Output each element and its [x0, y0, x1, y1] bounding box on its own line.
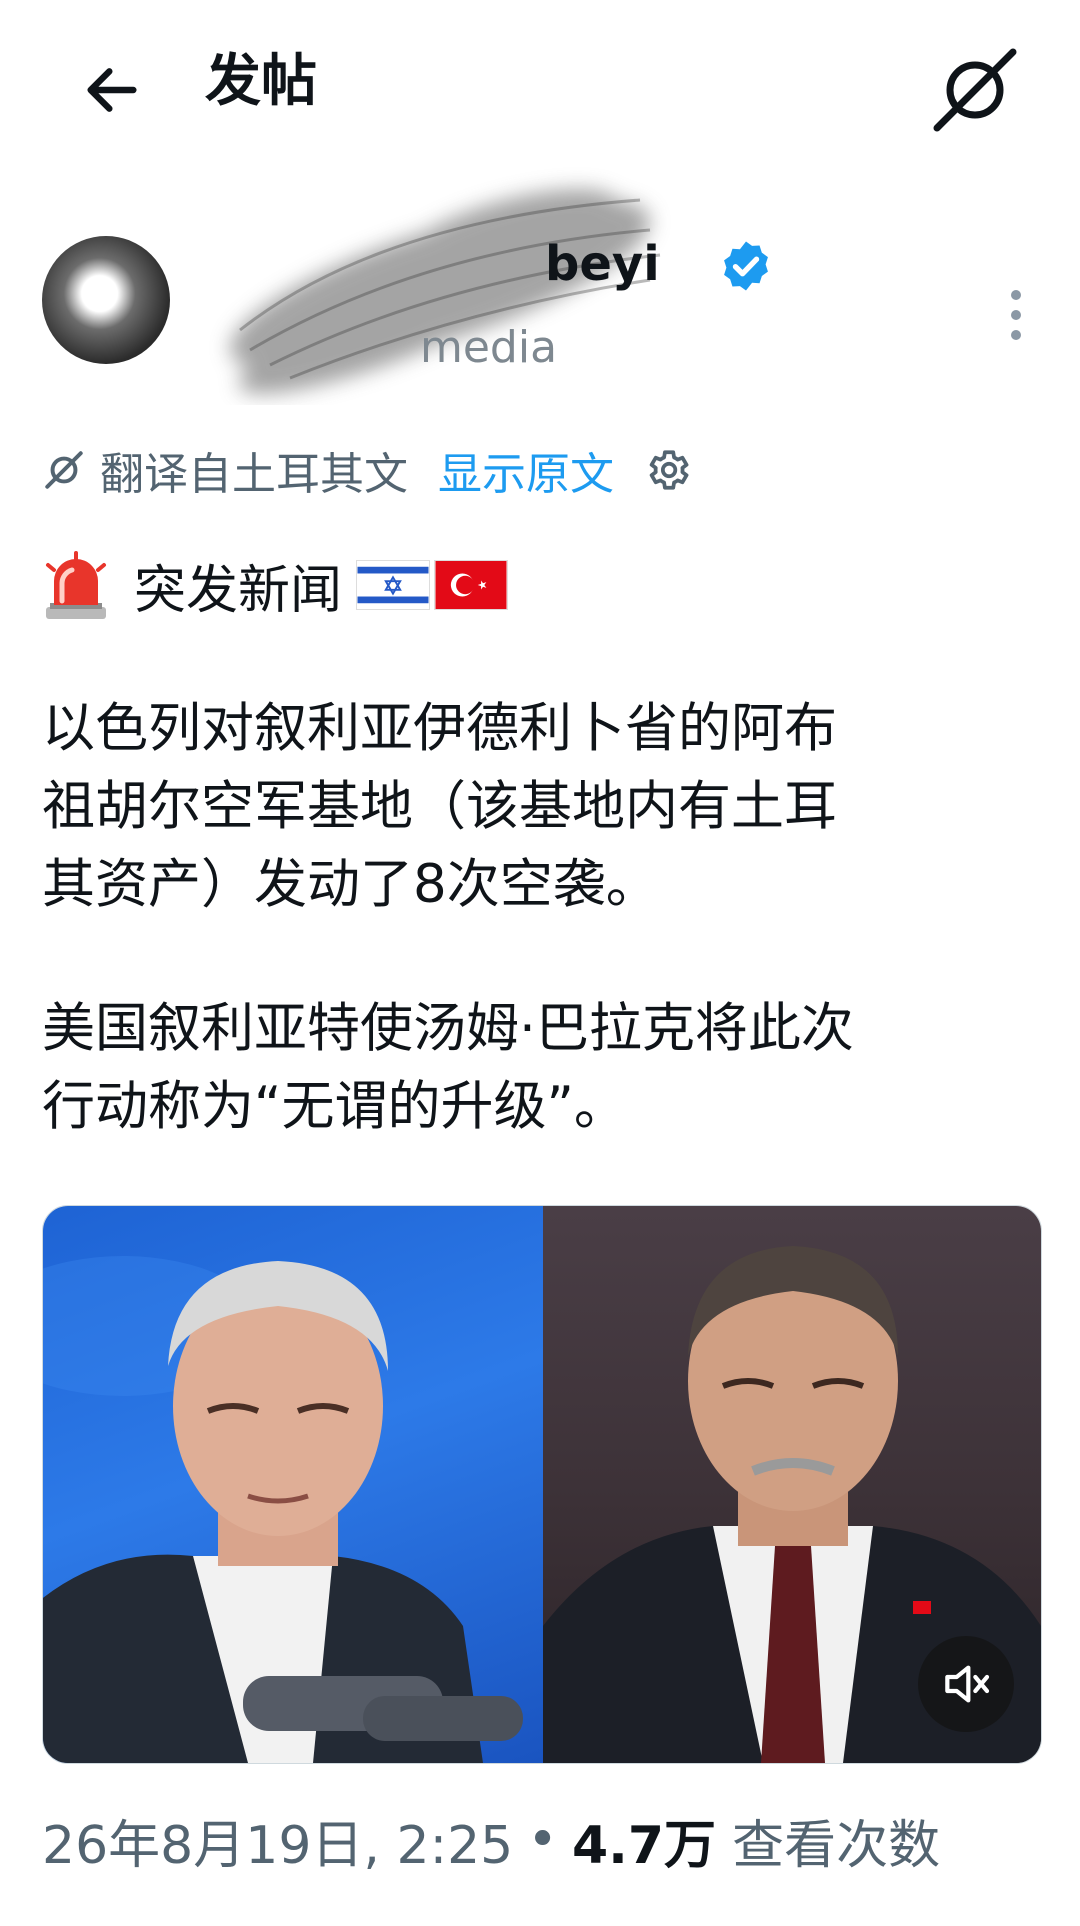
more-options-button[interactable] [996, 270, 1036, 360]
author-name[interactable]: beyi [545, 234, 660, 294]
views-label: 查看次数 [732, 1815, 941, 1876]
mute-button[interactable] [918, 1636, 1014, 1732]
siren-emoji [46, 551, 106, 619]
grok-button[interactable] [925, 40, 1025, 140]
translation-bar: 翻译自土耳其文 显示原文 [42, 440, 692, 500]
meta-separator: • [527, 1810, 558, 1870]
grok-icon [45, 451, 83, 489]
portrait-left [43, 1256, 523, 1763]
headline-text: 突发新闻 [134, 560, 343, 621]
post-timestamp[interactable]: 26年8月19日, 2:25 [42, 1803, 513, 1878]
gear-icon[interactable] [642, 445, 692, 495]
back-button[interactable] [72, 50, 152, 130]
israel-flag [356, 560, 431, 610]
headline: 突发新闻 [42, 545, 509, 625]
author-handle: media [420, 322, 558, 373]
translation-label: 翻译自土耳其文 [100, 449, 408, 500]
view-count: 4.7万 [571, 1815, 717, 1876]
post-meta: 26年8月19日, 2:25 • 4.7万 查看次数 [42, 1803, 941, 1878]
turkey-flag [434, 560, 509, 610]
arrow-left-icon [87, 68, 137, 112]
avatar[interactable] [42, 236, 170, 364]
volume-mute-icon [945, 1665, 990, 1703]
grok-icon [933, 48, 1017, 132]
page-title: 发帖 [205, 49, 317, 114]
show-original-link[interactable]: 显示原文 [438, 438, 614, 502]
more-vertical-icon [1011, 290, 1021, 300]
post-paragraph-2: 美国叙利亚特使汤姆·巴拉克将此次 行动称为“无谓的升级”。 [42, 998, 854, 1137]
photo-left [43, 1206, 543, 1763]
post-media[interactable] [42, 1205, 1042, 1764]
post-paragraph-1: 以色列对叙利亚伊德利卜省的阿布 祖胡尔空军基地（该基地内有土耳 其资产）发动了8… [42, 698, 837, 915]
verified-badge-icon [724, 241, 768, 291]
